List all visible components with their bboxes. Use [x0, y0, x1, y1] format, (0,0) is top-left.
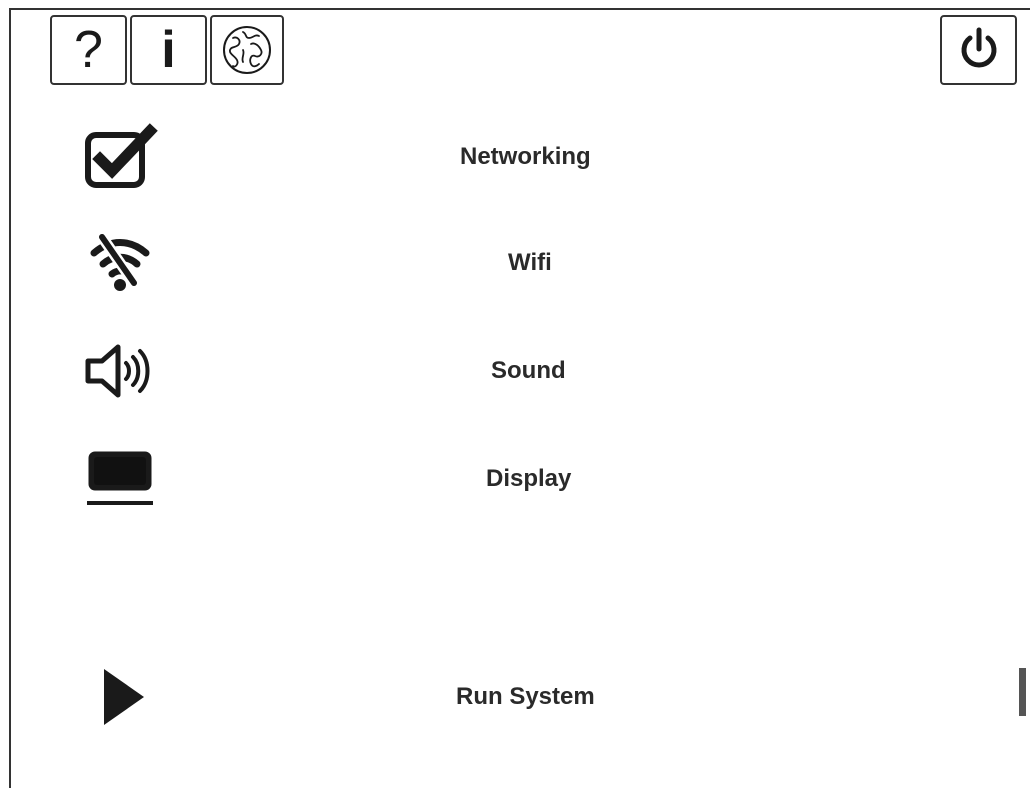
speaker-icon — [80, 326, 160, 416]
scrollbar-thumb[interactable] — [1019, 668, 1026, 716]
help-button[interactable]: ? — [50, 15, 127, 85]
menu-item-label: Wifi — [508, 249, 552, 276]
menu-item-networking[interactable]: Networking — [60, 112, 1010, 202]
monitor-icon — [80, 434, 160, 524]
menu-item-display[interactable]: Display — [60, 434, 1010, 524]
menu-item-label: Run System — [456, 683, 595, 710]
power-button[interactable] — [940, 15, 1017, 85]
globe-icon — [223, 26, 271, 74]
play-icon — [80, 652, 160, 742]
menu-item-run-system[interactable]: Run System — [60, 652, 1010, 742]
help-icon: ? — [74, 21, 103, 79]
info-icon: i — [161, 21, 176, 79]
language-button[interactable] — [210, 15, 284, 85]
wifi-off-icon — [80, 218, 160, 308]
menu-item-wifi[interactable]: Wifi — [60, 218, 1010, 308]
menu-item-sound[interactable]: Sound — [60, 326, 1010, 416]
menu-item-label: Networking — [460, 143, 591, 170]
menu-item-label: Sound — [491, 357, 566, 384]
menu-item-label: Display — [486, 465, 572, 492]
power-icon — [961, 27, 996, 68]
info-button[interactable]: i — [130, 15, 207, 85]
checkbox-checked-icon — [80, 112, 160, 202]
